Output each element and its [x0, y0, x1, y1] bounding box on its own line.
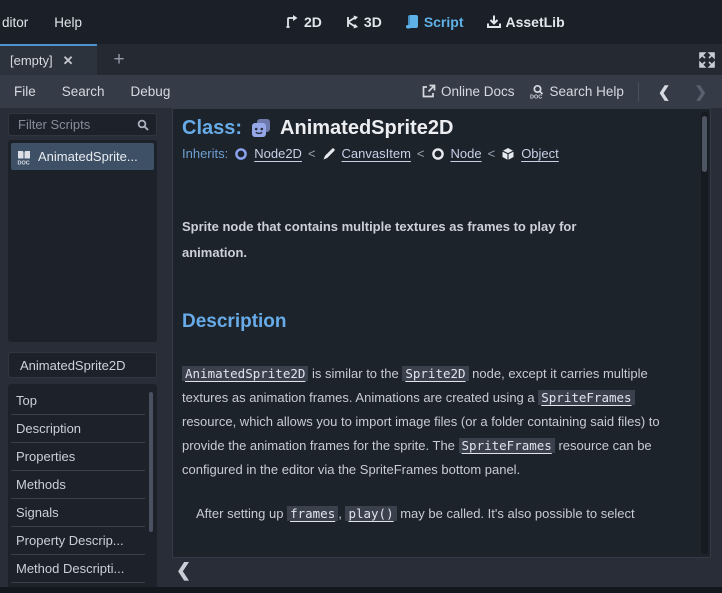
- tab-label: [empty]: [10, 53, 53, 68]
- inherits-separator: <: [308, 146, 316, 161]
- section-signals[interactable]: Signals: [11, 499, 145, 527]
- history-back-button[interactable]: ❮: [653, 83, 676, 101]
- section-methods[interactable]: Methods: [11, 471, 145, 499]
- doc-sections-list: Top Description Properties Methods Signa…: [8, 384, 157, 590]
- 3d-label: 3D: [364, 14, 382, 30]
- object-icon: [501, 147, 515, 161]
- paragraph-text: may be called. It's also possible to sel…: [397, 506, 635, 521]
- description-heading: Description: [182, 311, 710, 333]
- script-list-item-animatedsprite2d[interactable]: DOC AnimatedSprite...: [11, 143, 154, 170]
- link-node2d[interactable]: Node2D: [254, 146, 302, 161]
- code-link-spriteframes[interactable]: SpriteFrames: [538, 390, 634, 405]
- history-forward-button[interactable]: ❯: [689, 83, 712, 101]
- search-icon: [136, 118, 150, 132]
- node2d-icon: [234, 147, 248, 161]
- tab-close-icon[interactable]: ✕: [63, 54, 74, 67]
- svg-text:DOC: DOC: [530, 94, 542, 100]
- doc-search-icon: DOC: [529, 84, 545, 100]
- class-keyword: Class:: [182, 117, 242, 140]
- menu-bar-separator: [638, 82, 639, 102]
- 3d-icon: [344, 14, 360, 30]
- sections-scrollbar[interactable]: [149, 392, 153, 532]
- menu-file[interactable]: File: [0, 84, 49, 99]
- code-link-spriteframes[interactable]: SpriteFrames: [459, 438, 555, 453]
- menu-bar-right: Online Docs DOC Search Help ❮ ❯: [421, 82, 722, 102]
- add-tab-button[interactable]: +: [106, 44, 132, 75]
- section-top[interactable]: Top: [11, 387, 145, 415]
- paragraph-text: is similar to the: [308, 366, 402, 381]
- code-link-frames[interactable]: frames: [287, 506, 338, 521]
- class-name-value: AnimatedSprite2D: [20, 358, 126, 373]
- script-menu-bar: File Search Debug Online Docs DOC Search…: [0, 75, 722, 108]
- assetlib-label: AssetLib: [506, 14, 565, 30]
- inherits-separator: <: [488, 146, 496, 161]
- workspace-3d-button[interactable]: 3D: [344, 14, 382, 30]
- class-doc-panel: Class: AnimatedSprite2D Inherits: Node2D…: [172, 108, 711, 558]
- node-icon: [431, 147, 445, 161]
- menu-debug[interactable]: Debug: [118, 84, 184, 99]
- class-title: AnimatedSprite2D: [280, 117, 453, 140]
- section-property-descriptions[interactable]: Property Descrip...: [11, 527, 145, 555]
- code-link-animatedsprite2d[interactable]: AnimatedSprite2D: [182, 366, 308, 381]
- brief-description: Sprite node that contains multiple textu…: [182, 214, 634, 266]
- class-name-field[interactable]: AnimatedSprite2D: [8, 352, 157, 378]
- context-switcher: 2D 3D Script AssetLib: [284, 0, 565, 44]
- search-help-button[interactable]: DOC Search Help: [529, 84, 624, 100]
- script-item-label: AnimatedSprite...: [38, 149, 138, 164]
- filter-scripts-box: [8, 113, 157, 136]
- code-link-sprite2d[interactable]: Sprite2D: [402, 366, 468, 381]
- inherits-keyword: Inherits:: [182, 146, 228, 161]
- script-icon: [404, 14, 420, 30]
- inherits-line: Inherits: Node2D < CanvasItem < Node <: [182, 146, 710, 161]
- assetlib-icon: [486, 14, 502, 30]
- svg-text:DOC: DOC: [18, 160, 30, 165]
- distraction-free-icon[interactable]: [698, 51, 716, 69]
- doc-book-icon: DOC: [16, 149, 32, 165]
- online-docs-label: Online Docs: [441, 84, 515, 99]
- section-properties[interactable]: Properties: [11, 443, 145, 471]
- external-link-icon: [421, 84, 436, 99]
- online-docs-button[interactable]: Online Docs: [421, 84, 515, 99]
- paragraph-text: After setting up: [196, 506, 287, 521]
- section-method-descriptions[interactable]: Method Descripti...: [11, 555, 145, 583]
- description-paragraph-2: After setting up frames, play() may be c…: [182, 502, 688, 526]
- menu-search[interactable]: Search: [49, 84, 118, 99]
- menu-editor[interactable]: ditor: [2, 15, 28, 30]
- topbar-menus: ditor Help: [2, 0, 82, 44]
- workspace-script-button[interactable]: Script: [404, 14, 464, 30]
- 2d-label: 2D: [304, 14, 322, 30]
- canvasitem-icon: [322, 147, 336, 161]
- script-editor-workspace: DOC AnimatedSprite... AnimatedSprite2D T…: [0, 108, 722, 593]
- workspace-2d-button[interactable]: 2D: [284, 14, 322, 30]
- description-paragraph: AnimatedSprite2D is similar to the Sprit…: [182, 362, 674, 482]
- script-label: Script: [424, 14, 464, 30]
- 2d-icon: [284, 14, 300, 30]
- link-object[interactable]: Object: [521, 146, 559, 161]
- bottom-strip: [0, 587, 722, 593]
- doc-scrollbar[interactable]: [701, 112, 708, 554]
- collapse-bottom-panel-button[interactable]: ❮: [176, 560, 191, 581]
- workspace-assetlib-button[interactable]: AssetLib: [486, 14, 565, 30]
- doc-scrollbar-thumb[interactable]: [702, 116, 707, 172]
- script-tab-bar: [empty] ✕ +: [0, 44, 722, 75]
- menu-help[interactable]: Help: [54, 15, 82, 30]
- link-canvasitem[interactable]: CanvasItem: [342, 146, 411, 161]
- editor-topbar: ditor Help 2D 3D Script AssetLib: [0, 0, 722, 44]
- filter-scripts-input[interactable]: [9, 114, 127, 135]
- tab-empty[interactable]: [empty] ✕: [0, 44, 97, 75]
- script-list: DOC AnimatedSprite...: [8, 140, 157, 342]
- section-description[interactable]: Description: [11, 415, 145, 443]
- search-help-label: Search Help: [550, 84, 624, 99]
- animatedsprite2d-class-icon: [249, 116, 273, 140]
- class-heading: Class: AnimatedSprite2D: [182, 116, 710, 140]
- inherits-separator: <: [417, 146, 425, 161]
- code-link-play[interactable]: play(): [345, 506, 396, 521]
- link-node[interactable]: Node: [451, 146, 482, 161]
